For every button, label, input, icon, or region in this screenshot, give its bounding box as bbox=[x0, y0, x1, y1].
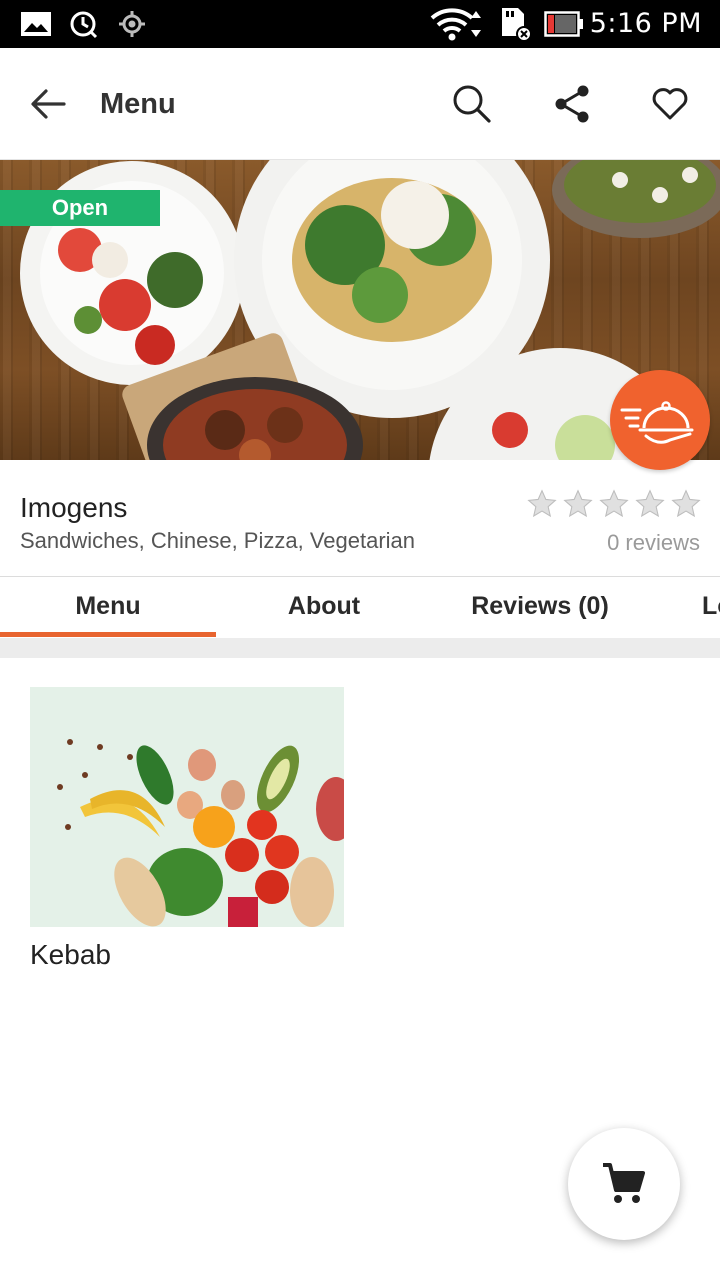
share-button[interactable] bbox=[544, 76, 600, 132]
menu-category-image bbox=[30, 687, 344, 927]
star-icon bbox=[635, 489, 665, 518]
restaurant-name: Imogens bbox=[20, 492, 128, 523]
rating-stars bbox=[526, 488, 702, 520]
cart-button[interactable] bbox=[568, 1128, 680, 1240]
star-icon bbox=[671, 489, 701, 518]
tab-reviews[interactable]: Reviews (0) bbox=[432, 577, 648, 637]
location-icon bbox=[117, 0, 147, 48]
search-icon bbox=[453, 85, 491, 123]
sd-card-icon bbox=[498, 0, 534, 48]
section-divider bbox=[0, 638, 720, 658]
wifi-icon bbox=[430, 0, 488, 48]
image-icon bbox=[20, 0, 52, 48]
tab-bar: Menu About Reviews (0) Lo bbox=[0, 576, 720, 638]
open-status-badge: Open bbox=[0, 190, 160, 226]
app-bar: Menu bbox=[0, 48, 720, 160]
restaurant-info: Imogens Sandwiches, Chinese, Pizza, Vege… bbox=[0, 460, 720, 576]
star-icon bbox=[527, 489, 557, 518]
tab-location[interactable]: Lo bbox=[648, 577, 720, 637]
menu-category-card[interactable]: Kebab bbox=[30, 687, 344, 971]
restaurant-cuisines: Sandwiches, Chinese, Pizza, Vegetarian bbox=[20, 528, 416, 553]
reviews-count[interactable]: 0 reviews bbox=[607, 530, 700, 556]
share-icon bbox=[555, 85, 589, 123]
search-button[interactable] bbox=[444, 76, 500, 132]
shopping-cart-icon bbox=[603, 1163, 645, 1203]
back-button[interactable] bbox=[20, 76, 76, 132]
star-icon bbox=[563, 489, 593, 518]
heart-icon bbox=[652, 88, 688, 120]
tab-menu[interactable]: Menu bbox=[0, 577, 216, 637]
favorite-button[interactable] bbox=[642, 76, 698, 132]
menu-category-title: Kebab bbox=[30, 939, 111, 970]
status-time: 5:16 PM bbox=[589, 8, 702, 39]
active-tab-indicator bbox=[0, 632, 216, 637]
delivery-button[interactable] bbox=[610, 370, 710, 470]
back-icon bbox=[31, 89, 66, 119]
page-title: Menu bbox=[100, 88, 176, 120]
tab-about[interactable]: About bbox=[216, 577, 432, 637]
status-bar: 5:16 PM bbox=[0, 0, 720, 48]
star-icon bbox=[599, 489, 629, 518]
delivery-cloche-icon bbox=[620, 401, 694, 444]
battery-icon bbox=[544, 0, 584, 48]
clock-sync-icon bbox=[68, 0, 98, 48]
